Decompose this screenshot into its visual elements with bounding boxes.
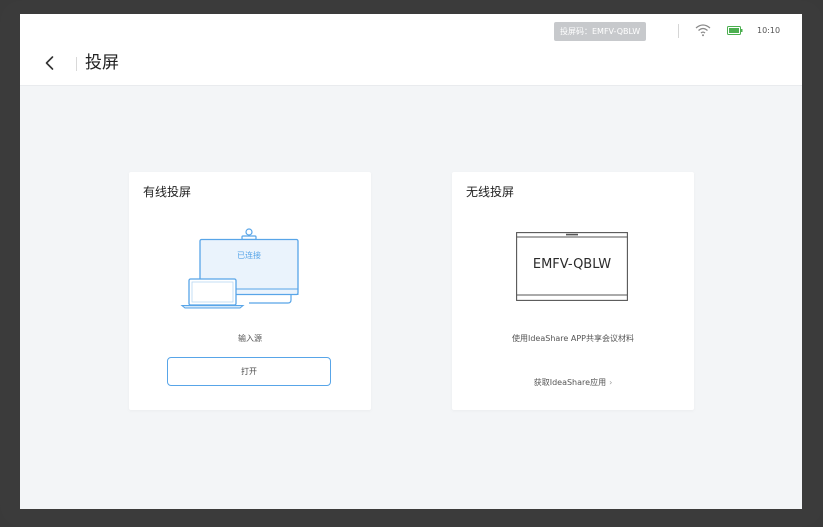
get-app-link-label: 获取IdeaShare应用 [533,378,607,387]
wired-card-title: 有线投屏 [143,185,192,199]
page-title: 投屏 [85,53,119,73]
chevron-right-icon: › [609,378,613,387]
screen-status-text: 已连接 [237,251,261,260]
projection-code-badge: 投屏码：EMFV-QBLW [554,22,647,41]
status-time: 10:10 [757,26,781,35]
monitor-projection-code: EMFV-QBLW [532,257,612,272]
chevron-left-icon[interactable] [42,54,58,72]
wired-projection-card: 有线投屏 已连接 输入源 打开 [129,172,371,410]
title-separator [76,57,77,71]
wifi-icon [695,24,711,37]
status-divider [678,24,679,38]
wired-caption: 输入源 [238,334,262,343]
get-ideashare-app-link[interactable]: 获取IdeaShare应用 › [452,377,694,389]
top-bar: 投屏码：EMFV-QBLW 10:10 投屏 [20,14,802,86]
open-button[interactable]: 打开 [167,357,331,386]
wired-connection-illustration [180,228,299,309]
wireless-caption: 使用IdeaShare APP共享会议材料 [511,334,634,343]
device-bezel: 投屏码：EMFV-QBLW 10:10 投屏 有线投屏 已连接 输入源 打开 无… [0,0,823,527]
battery-icon [727,26,743,35]
screen: 投屏码：EMFV-QBLW 10:10 投屏 有线投屏 已连接 输入源 打开 无… [20,14,802,509]
wireless-projection-card: 无线投屏 EMFV-QBLW 使用IdeaShare APP共享会议材料 获取I… [452,172,694,410]
wireless-card-title: 无线投屏 [466,185,515,199]
